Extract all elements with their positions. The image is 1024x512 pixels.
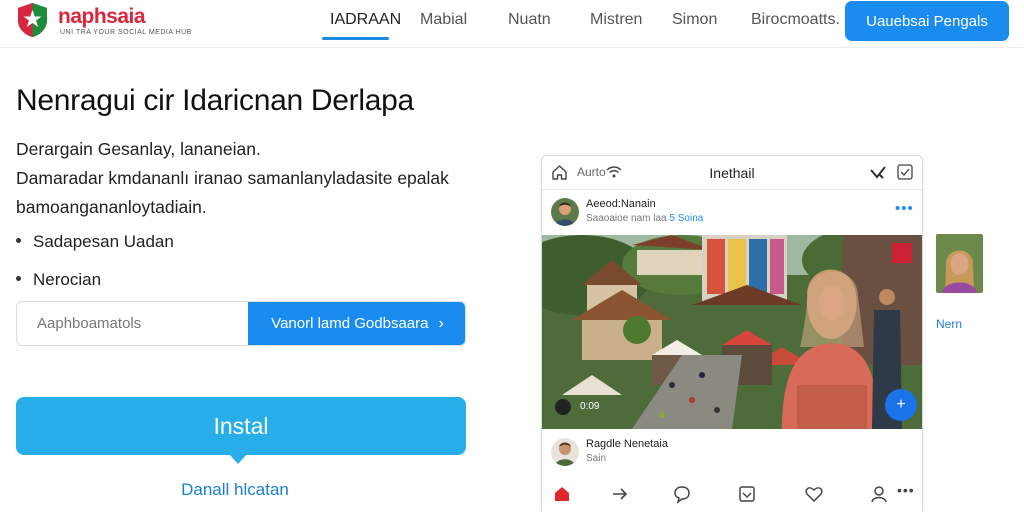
top-navigation: naphsaia UNI TRA YOUR SOCIAL MEDIA HUB I…: [0, 0, 1024, 48]
bullet-icon: [16, 238, 21, 244]
more-icon[interactable]: •••: [895, 200, 914, 217]
signup-submit-button[interactable]: Vanorl lamd Godbsaara ›: [248, 302, 465, 345]
video-time: 0:09: [580, 401, 600, 412]
plus-icon[interactable]: +: [885, 389, 917, 421]
download-link[interactable]: Danall hlcatan: [0, 480, 470, 500]
post-author[interactable]: Aeeod:Nanain: [586, 198, 656, 210]
comment-meta: Sain: [586, 453, 607, 464]
inbox-icon[interactable]: [737, 484, 757, 504]
nav-item-1[interactable]: IADRAAN: [330, 11, 401, 29]
app-title: Inethail: [709, 165, 755, 181]
brand-name: naphsaia: [58, 5, 146, 28]
page-title: Nenragui cir Idaricnan Derlapa: [16, 84, 414, 117]
install-button-pointer: [229, 454, 247, 464]
heart-icon[interactable]: [869, 165, 887, 181]
post-image[interactable]: [542, 235, 922, 429]
comment-icon[interactable]: [672, 484, 692, 504]
like-icon[interactable]: [804, 484, 824, 504]
active-tab-indicator: [322, 37, 389, 40]
avatar[interactable]: [551, 198, 579, 226]
comment-author[interactable]: Ragdle Nenetaia: [586, 438, 668, 450]
post-meta-count: 5: [669, 213, 675, 224]
header-cta-button[interactable]: Uauebsai Pengals: [845, 1, 1009, 41]
shield-logo-icon: [18, 3, 47, 37]
bullet-icon: [16, 276, 21, 282]
profile-icon[interactable]: [869, 484, 889, 504]
nav-item-5[interactable]: Simon: [672, 11, 717, 29]
post-meta-text: Saaoaioe nam laa: [586, 213, 667, 224]
home-tab-icon[interactable]: [552, 484, 572, 504]
post-meta-link[interactable]: Soina: [678, 213, 704, 224]
post-header: Aeeod:Nanain Saaoaioe nam laa 5 Soina ••…: [542, 194, 922, 234]
intro-line-1: Derargain Gesanlay, lananeian.: [16, 139, 261, 159]
post-meta: Saaoaioe nam laa 5 Soina: [586, 213, 703, 224]
feature-item: Nerocian: [16, 270, 101, 290]
side-thumbnail-label[interactable]: Nern: [936, 317, 962, 331]
brand-tagline: UNI TRA YOUR SOCIAL MEDIA HUB: [60, 29, 192, 36]
intro-paragraph: Derargain Gesanlay, lananeian. Damaradar…: [16, 135, 486, 222]
arrow-right-icon: ›: [438, 314, 444, 332]
app-top-bar: Aurto Inethail: [542, 156, 922, 190]
avatar[interactable]: [551, 438, 579, 466]
play-icon[interactable]: [555, 399, 571, 415]
intro-line-2: Damaradar kmdananlı iranao samanlanylada…: [16, 168, 449, 188]
intro-line-3: bamoangananloytadiain.: [16, 197, 207, 217]
feature-label: Nerocian: [33, 270, 102, 289]
feature-item: Sadapesan Uadan: [16, 232, 174, 252]
more-icon[interactable]: •••: [897, 482, 915, 498]
nav-item-2[interactable]: Mabial: [420, 11, 467, 29]
comment-item: Ragdle Nenetaia Sain: [542, 434, 922, 472]
signup-submit-label: Vanorl lamd Godbsaara: [271, 315, 429, 332]
app-preview-mockup: Aurto Inethail Aeeod:Nanain Saaoaioe nam…: [541, 155, 923, 512]
feature-label: Sadapesan Uadan: [33, 232, 174, 251]
brand-logo[interactable]: naphsaia UNI TRA YOUR SOCIAL MEDIA HUB: [16, 2, 191, 42]
check-square-icon[interactable]: [897, 164, 913, 180]
nav-item-4[interactable]: Mistren: [590, 11, 642, 29]
side-thumbnail[interactable]: [936, 234, 983, 293]
app-tab-bar: •••: [542, 476, 922, 512]
signup-input[interactable]: [17, 302, 249, 345]
nav-item-6[interactable]: Birocmoatts.: [751, 11, 840, 29]
install-button[interactable]: Instal: [16, 397, 466, 455]
nav-item-3[interactable]: Nuatn: [508, 11, 551, 29]
share-icon[interactable]: [610, 484, 630, 504]
signup-form: Vanorl lamd Godbsaara ›: [16, 301, 466, 346]
